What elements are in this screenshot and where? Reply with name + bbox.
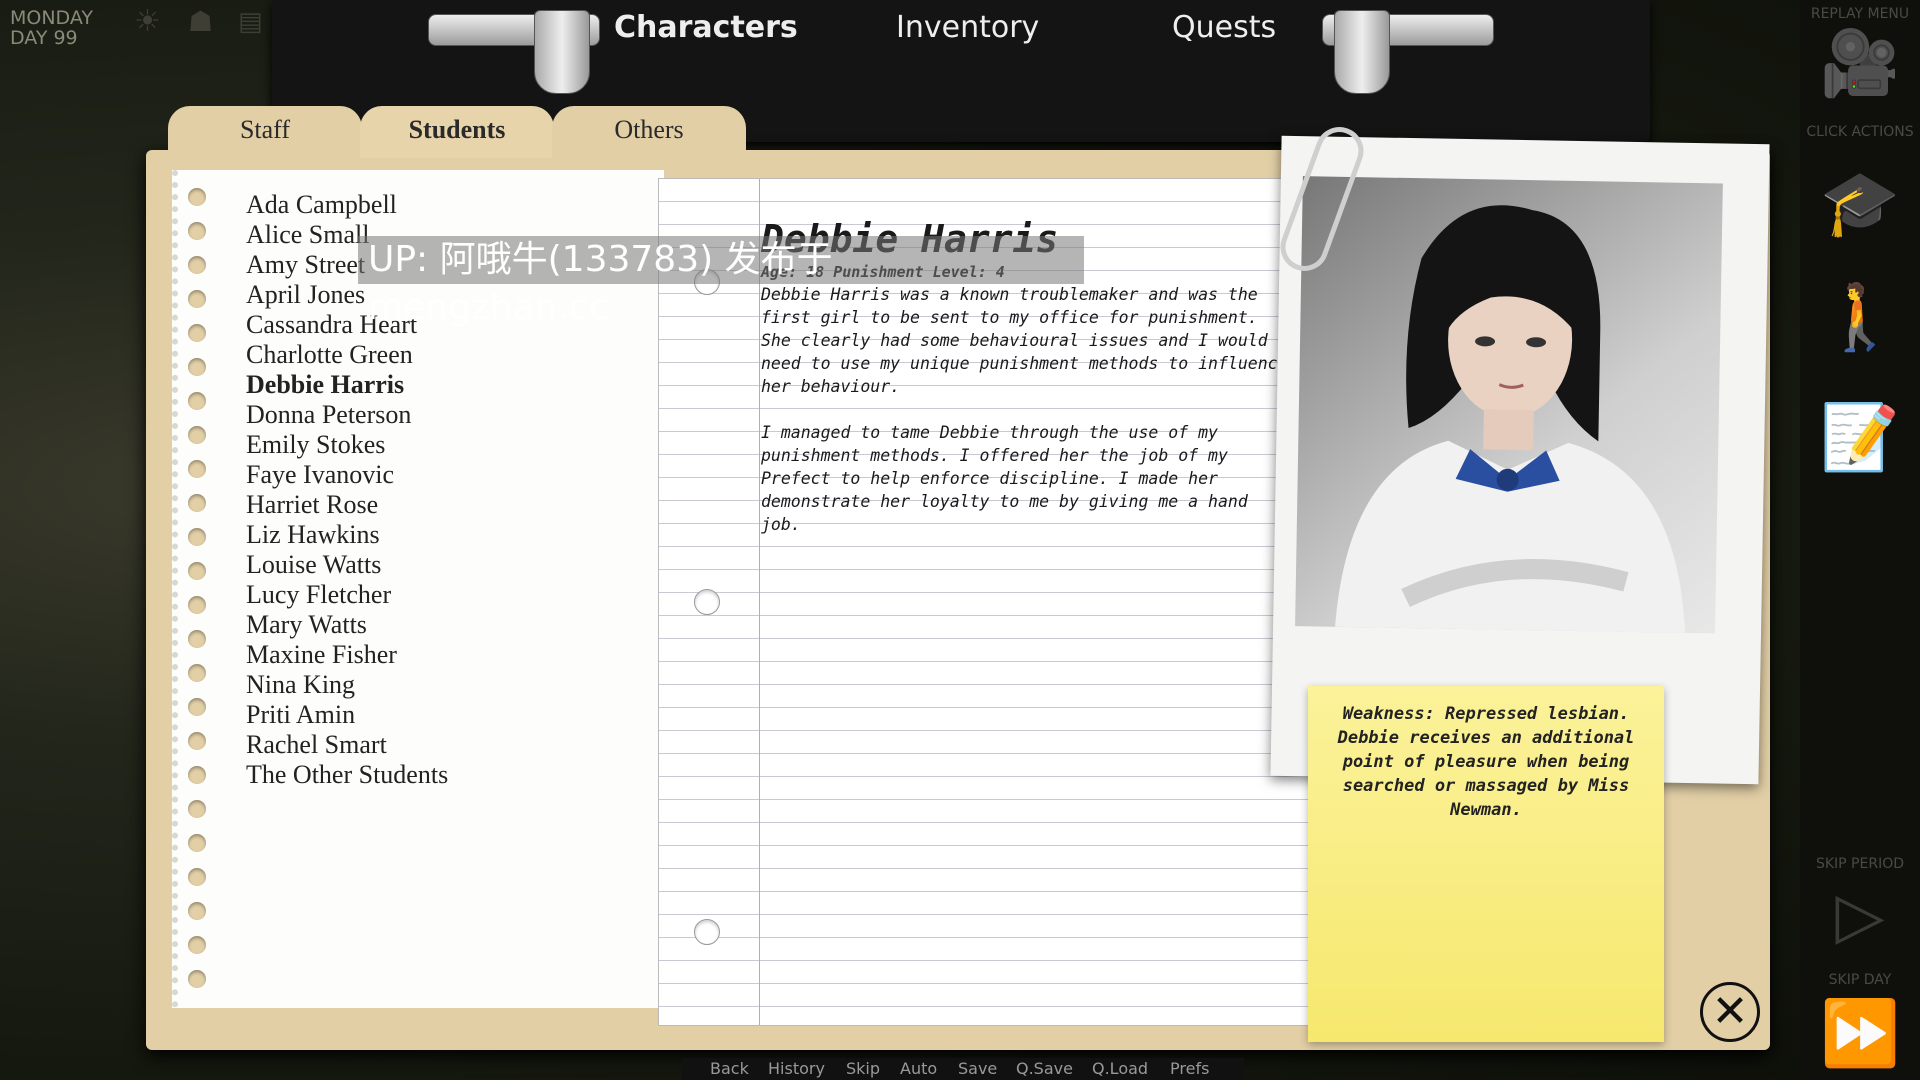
replay-menu-label: REPLAY MENU bbox=[1810, 6, 1910, 22]
auto-button[interactable]: Auto bbox=[900, 1058, 937, 1080]
skip-day-label: SKIP DAY bbox=[1828, 972, 1892, 988]
list-item-selected[interactable]: Debbie Harris bbox=[246, 370, 448, 400]
notes-paragraph-2: I managed to tame Debbie through the use… bbox=[761, 423, 1248, 534]
list-item[interactable]: Emily Stokes bbox=[246, 430, 448, 460]
list-item[interactable]: Lucy Fletcher bbox=[246, 580, 448, 610]
list-item[interactable]: Charlotte Green bbox=[246, 340, 448, 370]
day-number: DAY 99 bbox=[10, 27, 78, 49]
list-item[interactable]: Louise Watts bbox=[246, 550, 448, 580]
list-item[interactable]: Maxine Fisher bbox=[246, 640, 448, 670]
day-name: MONDAY bbox=[10, 7, 93, 29]
save-button[interactable]: Save bbox=[958, 1058, 997, 1080]
close-circle-icon[interactable]: ✕ bbox=[1700, 982, 1760, 1042]
list-item[interactable]: Faye Ivanovic bbox=[246, 460, 448, 490]
graduation-cap-icon[interactable]: 🎓 bbox=[1800, 168, 1920, 238]
right-clip-icon bbox=[1334, 10, 1390, 94]
skip-button[interactable]: Skip bbox=[846, 1058, 880, 1080]
history-button[interactable]: History bbox=[768, 1058, 825, 1080]
click-actions-label: CLICK ACTIONS bbox=[1806, 124, 1914, 140]
binder-hole bbox=[694, 919, 720, 945]
character-notes-page: Debbie Harris Age: 18 Punishment Level: … bbox=[658, 178, 1314, 1026]
list-item[interactable]: Rachel Smart bbox=[246, 730, 448, 760]
weakness-text: Weakness: Repressed lesbian. Debbie rece… bbox=[1337, 704, 1635, 820]
tab-staff[interactable]: Staff bbox=[168, 106, 362, 158]
map-icon: ▤ bbox=[238, 7, 263, 37]
play-icon[interactable]: ▷ bbox=[1800, 880, 1920, 950]
list-item[interactable]: Priti Amin bbox=[246, 700, 448, 730]
list-item[interactable]: Liz Hawkins bbox=[246, 520, 448, 550]
tab-quests[interactable]: Quests bbox=[1172, 10, 1276, 45]
list-item[interactable]: Nina King bbox=[246, 670, 448, 700]
tab-characters[interactable]: Characters bbox=[614, 10, 798, 45]
watermark: UP: 阿哦牛(133783) 发布于 mengzhan.cc bbox=[358, 236, 1084, 328]
list-item[interactable]: The Other Students bbox=[246, 760, 448, 790]
quick-save-button[interactable]: Q.Save bbox=[1016, 1058, 1073, 1080]
binder-hole bbox=[694, 589, 720, 615]
prefs-button[interactable]: Prefs bbox=[1170, 1058, 1209, 1080]
portrait-illustration bbox=[1335, 205, 1686, 633]
list-item[interactable]: Mary Watts bbox=[246, 610, 448, 640]
day-indicator: MONDAY DAY 99 ☀ ☗ ▤ bbox=[10, 7, 263, 49]
list-item[interactable]: Ada Campbell bbox=[246, 190, 448, 220]
fast-forward-icon[interactable]: ⏩ bbox=[1800, 998, 1920, 1068]
list-item[interactable]: Donna Peterson bbox=[246, 400, 448, 430]
skip-period-label: SKIP PERIOD bbox=[1815, 856, 1905, 872]
tab-inventory[interactable]: Inventory bbox=[896, 10, 1039, 45]
margin-line bbox=[759, 179, 760, 1025]
right-side-panel: REPLAY MENU 🎥 CLICK ACTIONS 🎓 🚶 📝 SKIP P… bbox=[1800, 0, 1920, 1080]
people-icon: ☗ bbox=[188, 5, 214, 38]
tab-others[interactable]: Others bbox=[552, 106, 746, 158]
character-portrait bbox=[1295, 176, 1723, 634]
left-clip-icon bbox=[534, 10, 590, 94]
quick-load-button[interactable]: Q.Load bbox=[1092, 1058, 1148, 1080]
back-button[interactable]: Back bbox=[710, 1058, 749, 1080]
tab-students[interactable]: Students bbox=[360, 106, 554, 158]
list-item[interactable]: Harriet Rose bbox=[246, 490, 448, 520]
walking-person-icon[interactable]: 🚶 bbox=[1800, 282, 1920, 352]
weakness-sticky-note: Weakness: Repressed lesbian. Debbie rece… bbox=[1308, 686, 1664, 1042]
camera-icon[interactable]: 🎥 bbox=[1800, 28, 1920, 98]
sun-icon: ☀ bbox=[134, 4, 161, 39]
notes-paragraph-1: Debbie Harris was a known troublemaker a… bbox=[761, 285, 1288, 396]
notes-icon[interactable]: 📝 bbox=[1800, 402, 1920, 472]
